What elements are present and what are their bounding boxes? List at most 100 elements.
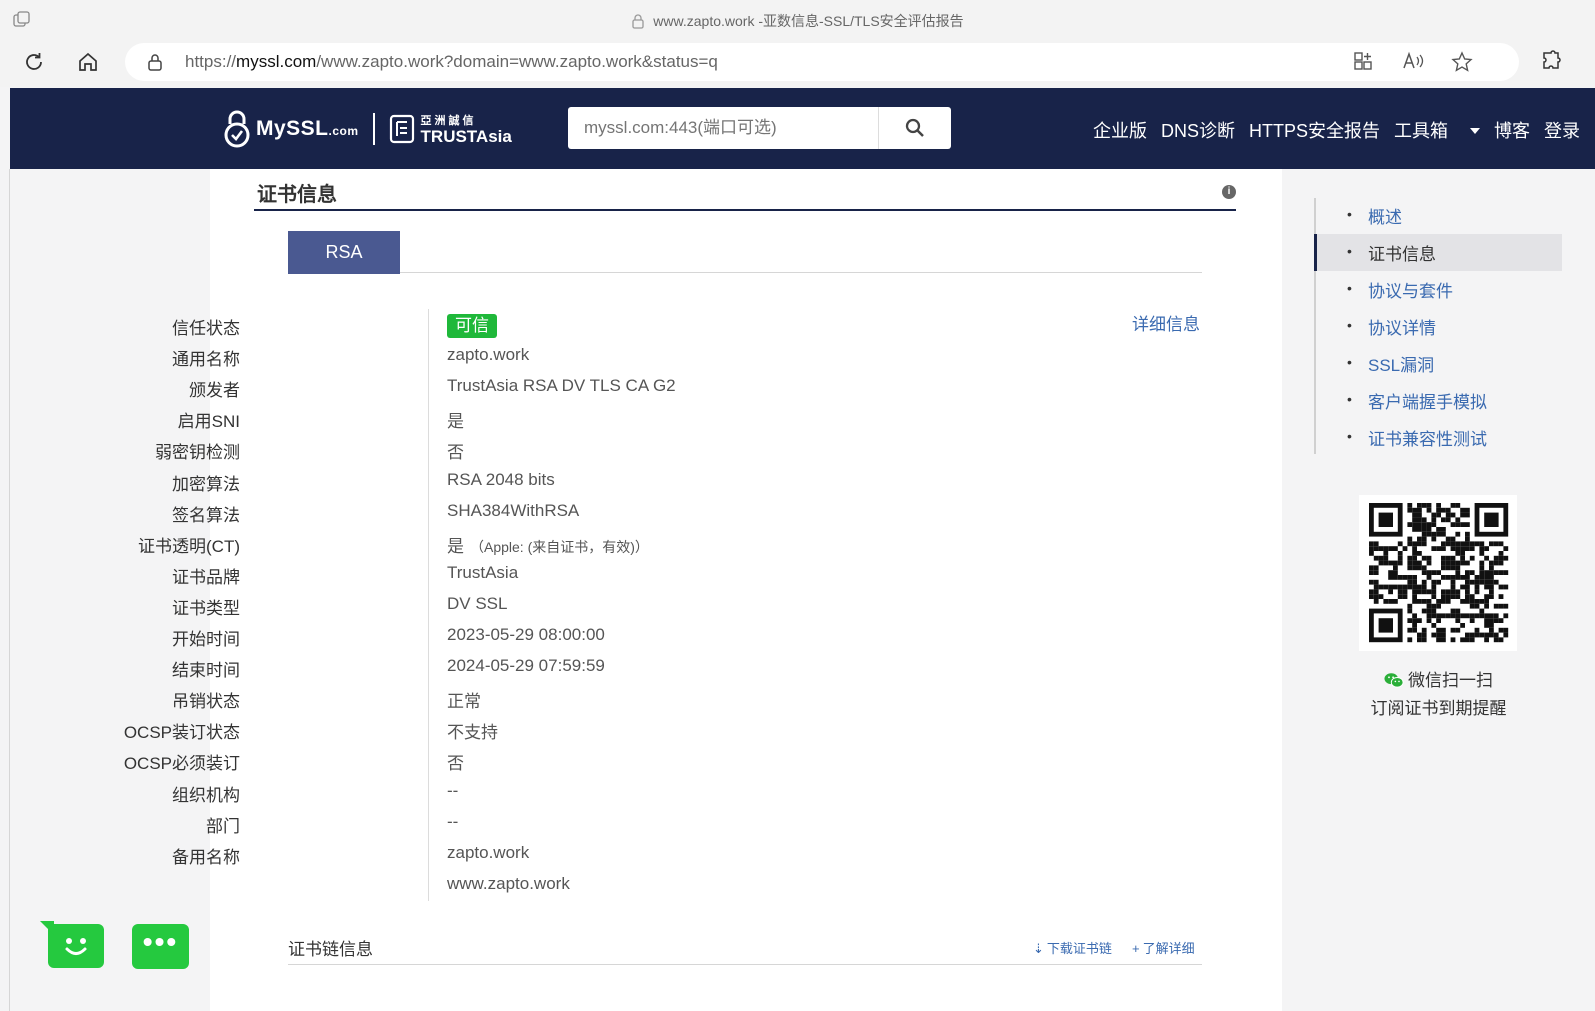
site-search-input[interactable] [568, 107, 878, 149]
field-value-text: RSA 2048 bits [447, 469, 555, 489]
bullet-icon: • [1347, 280, 1352, 296]
chat-bot-button[interactable] [40, 921, 104, 968]
home-icon[interactable] [73, 50, 103, 80]
url-bar[interactable]: https://myssl.com/www.zapto.work?domain=… [125, 43, 1519, 81]
field-value-text: 是 [447, 536, 464, 556]
app-available-icon[interactable] [1351, 51, 1375, 75]
sidebar-item-label: SSL漏洞 [1368, 356, 1435, 375]
field-value: RSA 2048 bits [447, 470, 555, 490]
nav-https-report[interactable]: HTTPS安全报告 [1249, 117, 1380, 141]
field-row: 开始时间 2023-05-29 08:00:00 [172, 620, 1110, 651]
wechat-icon [1384, 673, 1404, 688]
field-label: 吊销状态 [172, 692, 240, 712]
trustasia-logo-icon [389, 114, 414, 144]
download-chain-label: 下载证书链 [1046, 941, 1112, 956]
field-row: 签名算法 SHA384WithRSA [172, 496, 1110, 527]
download-chain-link[interactable]: ⇣ 下载证书链 [1033, 938, 1112, 957]
field-value-text: zapto.work [447, 345, 530, 365]
field-value: 是 [447, 407, 464, 432]
field-label: 启用SNI [177, 412, 240, 432]
logo-divider [372, 113, 375, 145]
bullet-icon: • [1347, 428, 1352, 444]
read-aloud-icon[interactable] [1401, 51, 1425, 75]
search-button[interactable] [878, 107, 951, 149]
tab-rsa[interactable]: RSA [288, 231, 400, 274]
sidebar-item[interactable]: • 概述 [1316, 197, 1562, 234]
field-value-text: 不支持 [447, 723, 498, 743]
detail-info-link[interactable]: 详细信息 [1132, 310, 1200, 335]
field-value: 不支持 [447, 718, 498, 743]
field-row: 信任状态 可信 [172, 309, 1110, 340]
sidebar-item-label: 协议与套件 [1368, 282, 1453, 301]
qr-caption-subscribe: 订阅证书到期提醒 [1370, 699, 1507, 718]
nav-enterprise[interactable]: 企业版 [1093, 117, 1147, 141]
field-label: 信任状态 [172, 319, 240, 338]
field-row: 备用名称 zapto.work [172, 838, 1110, 869]
more-options-button[interactable]: ••• [132, 924, 189, 969]
field-value-text: 否 [447, 443, 464, 463]
tab-strip-line [288, 272, 1202, 273]
field-label: 备用名称 [172, 847, 240, 867]
field-value-text: DV SSL [447, 593, 508, 613]
field-value-text: 否 [447, 754, 464, 774]
field-value: TrustAsia RSA DV TLS CA G2 [447, 376, 676, 396]
site-search [568, 107, 951, 149]
sidebar-item-label: 客户端握手模拟 [1368, 393, 1487, 412]
chain-underline [288, 964, 1202, 965]
sidebar-item[interactable]: • 证书信息 [1314, 234, 1562, 271]
sidebar-item[interactable]: • 证书兼容性测试 [1316, 419, 1562, 456]
qr-caption-scan-text: 微信扫一扫 [1408, 671, 1493, 690]
nav-toolbox[interactable]: 工具箱 [1394, 117, 1481, 141]
learn-more-link[interactable]: + 了解详细 [1132, 938, 1195, 957]
trustasia-brand: 亞洲誠信 TRUSTAsia [420, 115, 512, 146]
nav-blog[interactable]: 博客 [1494, 117, 1530, 141]
brand-name: MySSL.com [256, 117, 359, 140]
sidebar-item[interactable]: • 客户端握手模拟 [1316, 382, 1562, 419]
field-row: 加密算法 RSA 2048 bits [172, 465, 1110, 496]
field-row: 部门 -- [206, 807, 1110, 838]
field-value: 2024-05-29 07:59:59 [447, 656, 605, 676]
learn-more-label: 了解详细 [1142, 941, 1195, 956]
left-border [9, 169, 10, 1011]
field-row: 吊销状态 正常 [172, 682, 1110, 713]
sidebar-item-label: 协议详情 [1368, 319, 1436, 338]
left-gutter [10, 169, 210, 1011]
field-label: 证书品牌 [172, 567, 240, 587]
field-value-note: （Apple: (来自证书，有效)） [470, 538, 649, 555]
section-title: 证书信息 [257, 184, 337, 206]
field-label: 颁发者 [189, 381, 240, 401]
field-row: www.zapto.work [210, 869, 1110, 900]
window-title: www.zapto.work -亚数信息-SSL/TLS安全评估报告 [0, 11, 1595, 31]
field-row: OCSP必须装订 否 [124, 744, 1110, 775]
favorite-star-icon[interactable] [1450, 51, 1474, 75]
smile-icon [65, 938, 87, 955]
field-value-text: 是 [447, 412, 464, 432]
field-label: 证书类型 [172, 598, 240, 618]
field-label: 加密算法 [172, 474, 240, 494]
trust-status-badge: 可信 [447, 314, 497, 338]
field-value-text: 2024-05-29 07:59:59 [447, 656, 605, 676]
field-value: zapto.work [447, 843, 529, 863]
field-value-text: TrustAsia RSA DV TLS CA G2 [447, 376, 676, 396]
field-row: OCSP装订状态 不支持 [124, 713, 1110, 744]
reload-icon[interactable] [19, 50, 49, 80]
site-logo[interactable]: MySSL.com 亞洲誠信 TRUSTAsia [224, 110, 512, 148]
secure-lock-icon[interactable] [147, 53, 163, 71]
address-bar-row: https://myssl.com/www.zapto.work?domain=… [0, 40, 1595, 118]
nav-login[interactable]: 登录 [1544, 117, 1580, 141]
extensions-icon[interactable] [1540, 50, 1562, 78]
field-label: 开始时间 [172, 630, 240, 649]
field-value: -- [447, 781, 458, 801]
search-icon [905, 118, 924, 137]
field-label: 通用名称 [172, 350, 240, 370]
nav-dns[interactable]: DNS诊断 [1161, 117, 1235, 141]
field-row: 证书透明(CT) 是 （Apple: (来自证书，有效)） [138, 527, 1110, 558]
field-value-text: 正常 [447, 692, 481, 712]
url-text[interactable]: https://myssl.com/www.zapto.work?domain=… [185, 52, 718, 72]
sidebar-item[interactable]: • 协议与套件 [1316, 271, 1562, 308]
sidebar-item[interactable]: • 协议详情 [1316, 308, 1562, 345]
field-label: 结束时间 [172, 661, 240, 681]
field-value: 否 [447, 438, 464, 463]
info-icon[interactable]: i [1222, 185, 1236, 199]
sidebar-item[interactable]: • SSL漏洞 [1316, 345, 1562, 382]
